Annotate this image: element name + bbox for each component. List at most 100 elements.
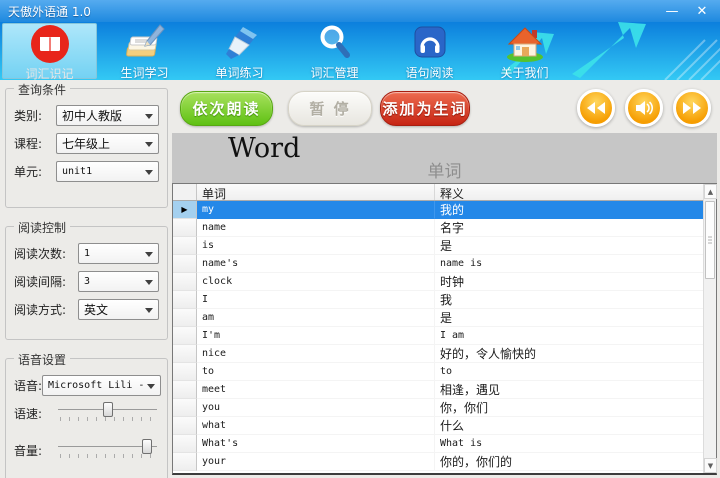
chevron-down-icon <box>145 252 153 257</box>
speed-slider-thumb[interactable] <box>103 402 113 417</box>
word-cell: I <box>197 291 435 309</box>
toolbar: 词汇识记 生词学习 单词练习 词汇管理 语句阅读 <box>0 22 720 80</box>
row-header-cell: ▶ <box>173 291 197 309</box>
title-bar: 天傲外语通 1.0 — ✕ <box>0 0 720 22</box>
meaning-cell: 我的 <box>435 201 703 219</box>
voice-select[interactable]: Microsoft Lili - <box>42 375 161 396</box>
tab-new-words-study[interactable]: 生词学习 <box>97 23 192 79</box>
tab-vocab-memorize[interactable]: 词汇识记 <box>2 23 97 79</box>
table-row[interactable]: ▶ I 我 <box>173 291 703 309</box>
scroll-down-button[interactable]: ▼ <box>704 458 717 473</box>
tab-label: 语句阅读 <box>405 64 453 80</box>
meaning-cell: 好的，令人愉快的 <box>435 345 703 363</box>
red-book-icon <box>30 24 70 64</box>
table-row[interactable]: ▶ What's What is <box>173 435 703 453</box>
row-header-cell: ▶ <box>173 327 197 345</box>
chevron-down-icon <box>147 384 155 389</box>
word-grid: 单词 释义 ▶ my 我的 ▶ name 名字 ▶ is 是 ▶ name's … <box>172 183 717 475</box>
word-cell: your <box>197 453 435 471</box>
speak-button[interactable] <box>625 89 663 127</box>
previous-word-button[interactable] <box>577 89 615 127</box>
row-header-cell: ▶ <box>173 417 197 435</box>
slider-ticks <box>60 417 157 421</box>
category-select[interactable]: 初中人教版 <box>56 105 159 126</box>
toolbar-tabs: 词汇识记 生词学习 单词练习 词汇管理 语句阅读 <box>2 22 572 80</box>
main-panel: 依次朗读 暂 停 添加为生词 Word 单词 单词 释义 ▶ my 我的 ▶ <box>172 86 717 475</box>
group-title: 查询条件 <box>14 81 70 98</box>
marker-pen-icon <box>219 23 261 63</box>
add-new-word-button[interactable]: 添加为生词 <box>380 91 470 126</box>
grid-header: 单词 释义 <box>173 184 703 201</box>
table-row[interactable]: ▶ what 什么 <box>173 417 703 435</box>
word-column-header[interactable]: 单词 <box>197 184 435 200</box>
table-row[interactable]: ▶ name 名字 <box>173 219 703 237</box>
speed-slider[interactable] <box>56 401 159 427</box>
row-header-cell: ▶ <box>173 201 197 219</box>
minimize-icon: — <box>666 4 679 19</box>
scroll-up-button[interactable]: ▲ <box>704 184 717 199</box>
headphones-icon <box>410 23 450 63</box>
chevron-down-icon <box>145 170 153 175</box>
table-row[interactable]: ▶ is 是 <box>173 237 703 255</box>
volume-slider[interactable] <box>56 438 159 464</box>
word-cell: What's <box>197 435 435 453</box>
word-cell: you <box>197 399 435 417</box>
speaker-icon <box>635 100 653 116</box>
tab-label: 单词练习 <box>215 64 263 80</box>
unit-select[interactable]: unit1 <box>56 161 159 182</box>
vertical-scrollbar[interactable]: ▲ ▼ <box>703 184 716 473</box>
close-button[interactable]: ✕ <box>694 5 710 18</box>
table-row[interactable]: ▶ to to <box>173 363 703 381</box>
chevron-down-icon <box>145 142 153 147</box>
course-select[interactable]: 七年级上 <box>56 133 159 154</box>
close-icon: ✕ <box>697 4 708 19</box>
window-title: 天傲外语通 1.0 <box>0 3 91 20</box>
meaning-cell: 名字 <box>435 219 703 237</box>
row-header-cell: ▶ <box>173 381 197 399</box>
table-row[interactable]: ▶ name's name is <box>173 255 703 273</box>
table-row[interactable]: ▶ my 我的 <box>173 201 703 219</box>
scrollbar-thumb[interactable] <box>705 201 715 279</box>
word-cell: is <box>197 237 435 255</box>
word-cell: am <box>197 309 435 327</box>
sidebar: 查询条件 类别: 初中人教版 课程: 七年级上 单元: unit1 阅读控制 <box>5 88 168 472</box>
notepad-pen-icon <box>124 23 166 63</box>
meaning-cell: to <box>435 363 703 381</box>
row-header-cell: ▶ <box>173 345 197 363</box>
table-row[interactable]: ▶ clock 时钟 <box>173 273 703 291</box>
speed-label: 语速: <box>14 405 56 422</box>
tab-vocab-manage[interactable]: 词汇管理 <box>287 23 382 79</box>
tab-label: 词汇管理 <box>310 64 358 80</box>
grid-corner <box>173 184 197 200</box>
tab-sentence-reading[interactable]: 语句阅读 <box>382 23 477 79</box>
read-times-select[interactable]: 1 <box>78 243 159 264</box>
current-word-panel: Word 单词 <box>172 133 717 183</box>
word-cell: clock <box>197 273 435 291</box>
chevron-down-icon <box>145 280 153 285</box>
row-header-cell: ▶ <box>173 255 197 273</box>
meaning-cell: 你的，你们的 <box>435 453 703 471</box>
table-row[interactable]: ▶ you 你，你们 <box>173 399 703 417</box>
meaning-cell: name is <box>435 255 703 273</box>
table-row[interactable]: ▶ nice 好的，令人愉快的 <box>173 345 703 363</box>
tab-about-us[interactable]: 关于我们 <box>477 23 572 79</box>
meaning-column-header[interactable]: 释义 <box>435 184 703 200</box>
pause-button[interactable]: 暂 停 <box>288 91 372 126</box>
minimize-button[interactable]: — <box>664 5 680 18</box>
row-header-cell: ▶ <box>173 309 197 327</box>
table-row[interactable]: ▶ your 你的，你们的 <box>173 453 703 471</box>
chevron-down-icon <box>145 308 153 313</box>
tab-word-practice[interactable]: 单词练习 <box>192 23 287 79</box>
word-cell: name's <box>197 255 435 273</box>
table-row[interactable]: ▶ meet 相逢，遇见 <box>173 381 703 399</box>
read-mode-select[interactable]: 英文 <box>78 299 159 320</box>
table-row[interactable]: ▶ am 是 <box>173 309 703 327</box>
read-mode-label: 阅读方式: <box>14 301 78 318</box>
meaning-cell: 相逢，遇见 <box>435 381 703 399</box>
volume-slider-thumb[interactable] <box>142 439 152 454</box>
row-header-cell: ▶ <box>173 399 197 417</box>
table-row[interactable]: ▶ I'm I am <box>173 327 703 345</box>
read-interval-select[interactable]: 3 <box>78 271 159 292</box>
read-aloud-button[interactable]: 依次朗读 <box>180 91 273 126</box>
next-word-button[interactable] <box>673 89 711 127</box>
